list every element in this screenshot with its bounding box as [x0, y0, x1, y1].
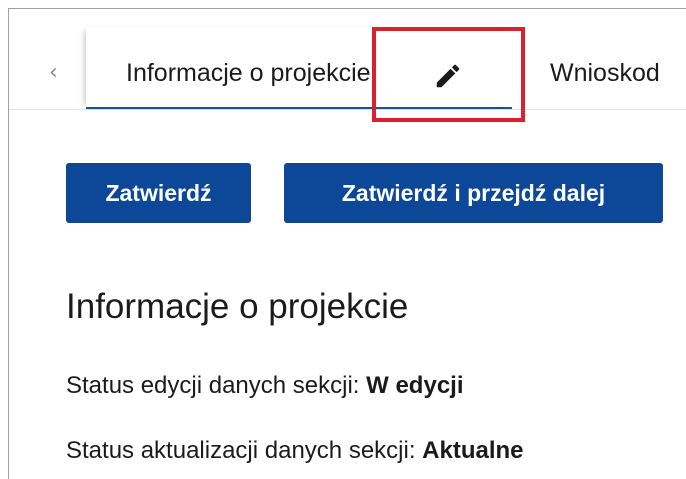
chevron-left-icon[interactable]: ‹ [31, 43, 81, 103]
section-title: Informacje o projekcie [66, 287, 409, 326]
update-status-label: Status aktualizacji danych sekcji: [66, 437, 423, 464]
confirm-button[interactable]: Zatwierdź [66, 163, 251, 223]
confirm-and-next-button[interactable]: Zatwierdź i przejdź dalej [284, 163, 663, 223]
edit-status: Status edycji danych sekcji: W edycji [66, 371, 464, 401]
app-panel: ‹ Informacje o projekcie Wnioskod Zatwie… [8, 8, 686, 479]
tab-wnioskodawca[interactable]: Wnioskod [550, 58, 660, 88]
tab-informacje-o-projekcie[interactable]: Informacje o projekcie [86, 27, 512, 109]
tab-label: Informacje o projekcie [126, 59, 371, 87]
pencil-icon[interactable] [433, 61, 463, 91]
edit-status-label: Status edycji danych sekcji: [66, 372, 367, 399]
section-tab-bar: ‹ Informacje o projekcie Wnioskod [9, 9, 686, 110]
edit-status-value: W edycji [366, 372, 464, 399]
update-status: Status aktualizacji danych sekcji: Aktua… [66, 436, 524, 466]
update-status-value: Aktualne [422, 437, 524, 464]
